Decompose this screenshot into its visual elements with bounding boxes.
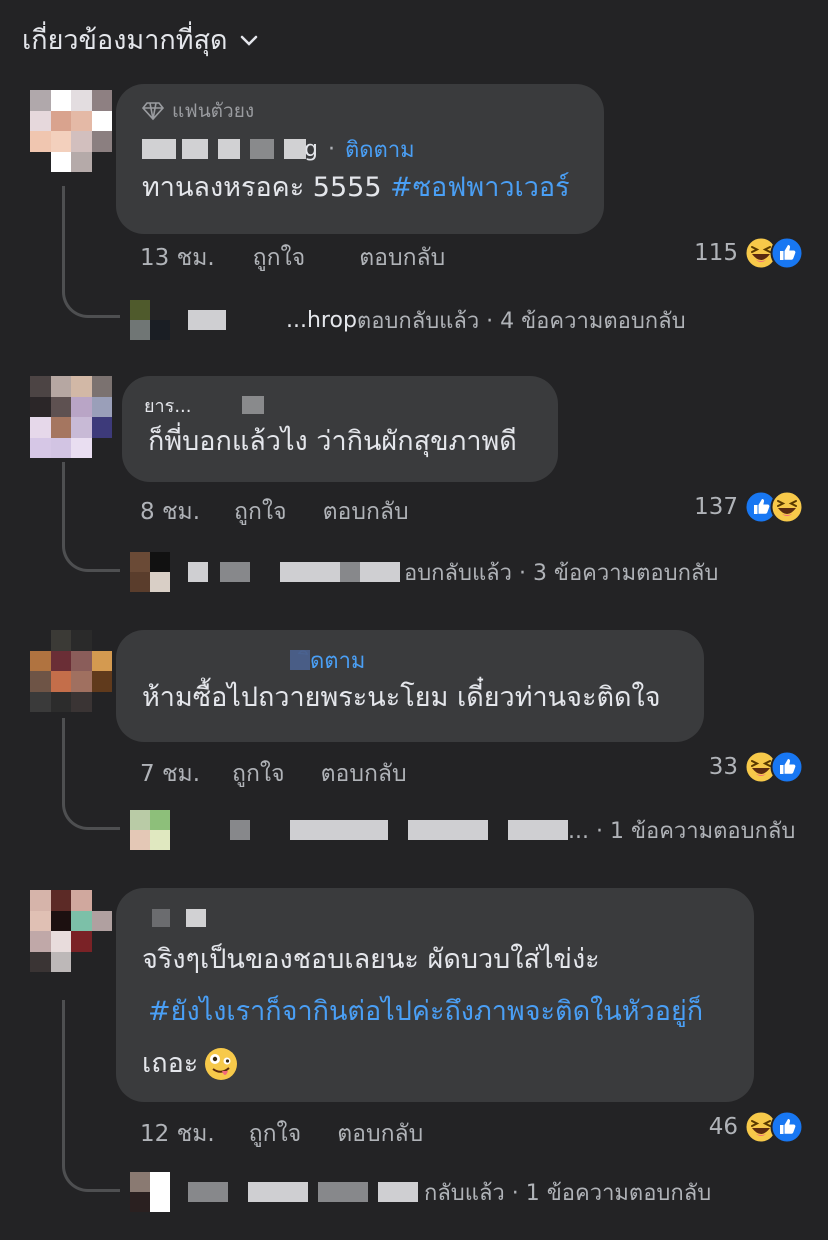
comment-text: ก็พี่บอกแล้วไง ว่ากินผักสุขภาพดี (148, 426, 517, 457)
comment-text: ทานลงหรอคะ 5555 #ซอฟพาวเวอร์ (142, 172, 570, 203)
commenter-name-row: ิดตาม (142, 644, 678, 676)
reply-avatar (130, 552, 170, 592)
comment-text: จริงๆเป็นของชอบเลยนะ ผัดบวบใส่ไข่ง่ะ #ยั… (142, 934, 728, 1090)
comment-time: 13 ชม. (140, 245, 215, 271)
hashtag-link[interactable]: #ยังไงเราก็จากินต่อไปค่ะถึงภาพจะติดในหัว… (148, 986, 728, 1038)
reaction-summary[interactable]: 137 (694, 490, 804, 524)
comment-actions: 7 ชม. ถูกใจ ตอบกลับ (140, 756, 451, 792)
view-replies-link[interactable]: อบกลับแล้ว · 3 ข้อความตอบกลับ (130, 552, 718, 592)
thread-line (62, 718, 120, 830)
follow-link[interactable]: ิดตาม (310, 643, 365, 678)
comment-bubble[interactable]: ิดตาม ห้ามซื้อไปถวายพระนะโยม เดี๋ยวท่านจ… (116, 630, 704, 742)
like-button[interactable]: ถูกใจ (253, 240, 306, 276)
reply-button[interactable]: ตอบกลับ (323, 494, 409, 530)
reply-avatar (130, 810, 170, 850)
view-replies-link[interactable]: กลับแล้ว · 1 ข้อความตอบกลับ (130, 1172, 711, 1212)
commenter-name[interactable]: ยาร... (144, 391, 192, 420)
reaction-summary[interactable]: 33 (709, 750, 804, 784)
like-icon (770, 750, 804, 784)
sort-dropdown[interactable]: เกี่ยวข้องมากที่สุด (22, 18, 260, 61)
comment-actions: 13 ชม. ถูกใจ ตอบกลับ (140, 240, 489, 276)
view-replies-link[interactable]: ... · 1 ข้อความตอบกลับ (130, 810, 795, 850)
like-button[interactable]: ถูกใจ (232, 756, 285, 792)
reaction-count: 137 (694, 494, 738, 520)
comment-bubble[interactable]: จริงๆเป็นของชอบเลยนะ ผัดบวบใส่ไข่ง่ะ #ยั… (116, 888, 754, 1102)
chevron-down-icon (240, 35, 257, 46)
commenter-name[interactable]: g (304, 137, 318, 162)
follow-link[interactable]: ติดตาม (345, 132, 415, 167)
avatar[interactable] (30, 90, 112, 172)
comment-time: 12 ชม. (140, 1121, 215, 1147)
like-button[interactable]: ถูกใจ (234, 494, 287, 530)
comment-bubble[interactable]: ยาร... ก็พี่บอกแล้วไง ว่ากินผักสุขภาพดี (122, 376, 558, 482)
comment-actions: 12 ชม. ถูกใจ ตอบกลับ (140, 1116, 467, 1152)
commenter-name-row (142, 902, 728, 934)
like-icon (770, 236, 804, 270)
reply-avatar (130, 300, 170, 340)
comment-bubble[interactable]: แฟนตัวยง g · ติดตาม ทานลงหรอคะ 5555 #ซอฟ… (116, 84, 604, 234)
comment-actions: 8 ชม. ถูกใจ ตอบกลับ (140, 494, 453, 530)
view-replies-link[interactable]: ...hrop ตอบกลับแล้ว · 4 ข้อความตอบกลับ (130, 300, 686, 340)
reaction-summary[interactable]: 115 (694, 236, 804, 270)
zany-face-icon (205, 1048, 238, 1080)
comment-time: 8 ชม. (140, 499, 201, 525)
reaction-count: 115 (694, 240, 738, 266)
diamond-icon (142, 102, 164, 121)
hashtag-link[interactable]: #ซอฟพาวเวอร์ (390, 172, 570, 203)
thread-line (62, 462, 120, 572)
reply-button[interactable]: ตอบกลับ (321, 756, 407, 792)
like-icon (770, 1110, 804, 1144)
reaction-summary[interactable]: 46 (709, 1110, 804, 1144)
commenter-name-row: ยาร... (144, 390, 532, 420)
like-button[interactable]: ถูกใจ (249, 1116, 302, 1152)
thread-line (62, 1000, 120, 1192)
avatar[interactable] (30, 630, 112, 712)
sort-label: เกี่ยวข้องมากที่สุด (22, 25, 228, 56)
avatar[interactable] (30, 890, 112, 972)
reply-button[interactable]: ตอบกลับ (337, 1116, 423, 1152)
haha-icon (770, 490, 804, 524)
commenter-name-row: g · ติดตาม (142, 132, 578, 166)
reaction-count: 46 (708, 1114, 738, 1140)
top-fan-badge: แฟนตัวยง (142, 96, 578, 126)
reply-button[interactable]: ตอบกลับ (359, 240, 445, 276)
badge-label: แฟนตัวยง (172, 100, 255, 122)
comment-text: ห้ามซื้อไปถวายพระนะโยม เดี๋ยวท่านจะติดใจ (142, 682, 661, 713)
avatar[interactable] (30, 376, 112, 458)
thread-line (62, 186, 120, 318)
comment-time: 7 ชม. (140, 761, 201, 787)
reply-avatar (130, 1172, 170, 1212)
reaction-count: 33 (708, 754, 738, 780)
